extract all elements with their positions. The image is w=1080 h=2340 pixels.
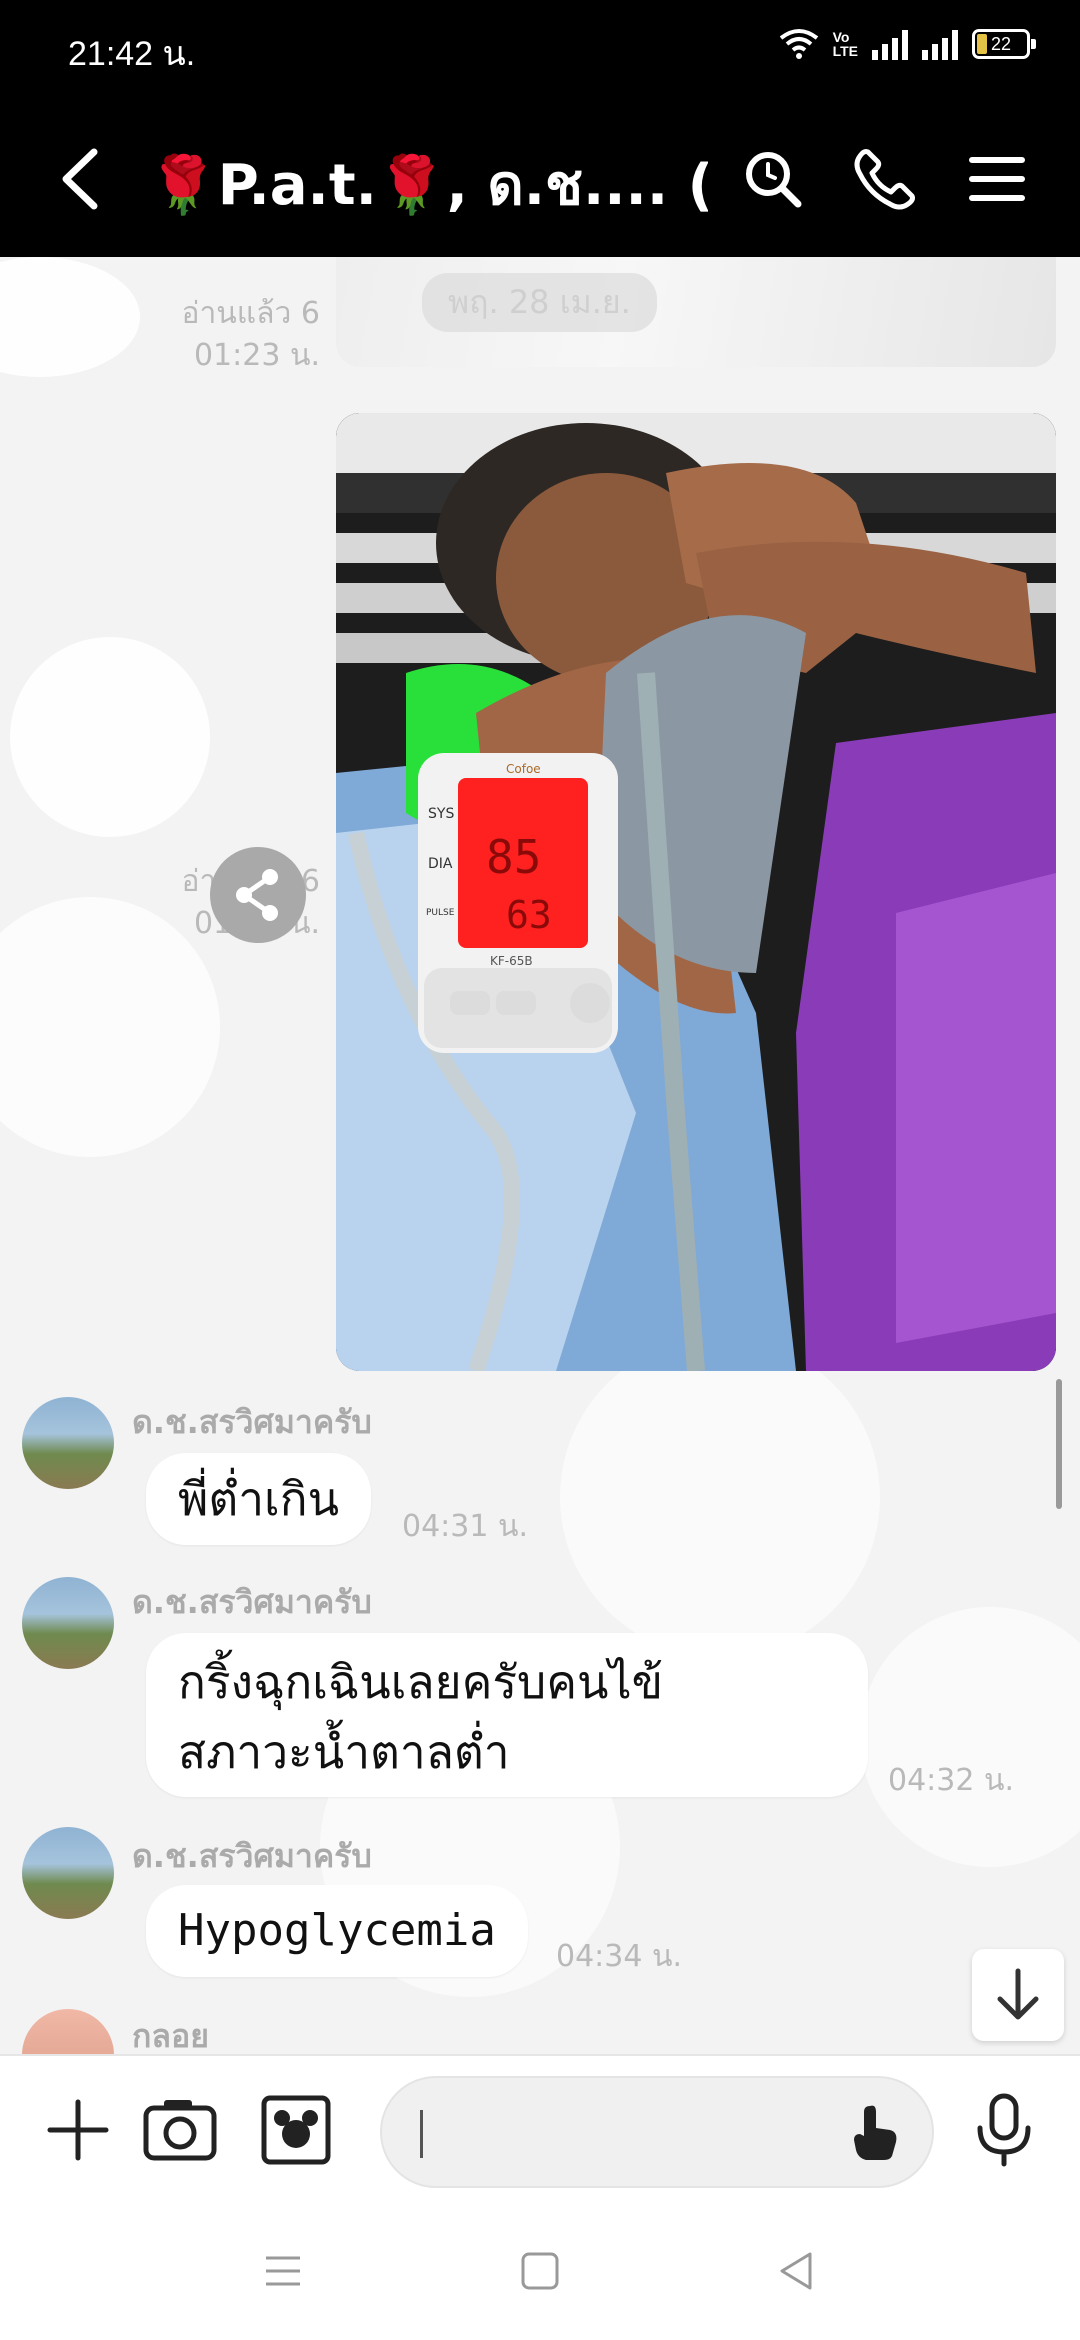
chat-title[interactable]: 🌹P.a.t.🌹, ด.ช.... (8) <box>148 140 708 229</box>
signal-1-icon <box>872 28 908 60</box>
text-caret <box>420 2110 423 2158</box>
read-receipt-1: อ่านแล้ว 6 01:23 น. <box>110 293 320 377</box>
wifi-icon <box>779 29 818 59</box>
message-line-1: กริ้งฉุกเฉินเลยครับคนไข้ <box>178 1655 664 1709</box>
signal-2-icon <box>922 28 958 60</box>
home-icon[interactable] <box>515 2246 565 2296</box>
message-bubble[interactable]: พี่ต่ำเกิน <box>146 1453 372 1545</box>
message-input[interactable] <box>380 2076 934 2188</box>
message-time: 04:32 น. <box>888 1763 1015 1798</box>
message-input-bar <box>0 2054 1080 2200</box>
system-nav-bar <box>0 2200 1080 2340</box>
read-status: อ่านแล้ว 6 <box>181 296 320 331</box>
search-icon[interactable] <box>740 146 806 212</box>
monitor-dia-value: 85 <box>486 830 541 884</box>
photo-message-1[interactable]: พฤ. 28 เม.ย. <box>336 257 1056 367</box>
scroll-to-bottom-button[interactable] <box>972 1949 1064 2041</box>
photo-date-overlay: พฤ. 28 เม.ย. <box>422 273 657 332</box>
monitor-pulse-label: PULSE <box>426 908 455 918</box>
message-time: 04:31 น. <box>402 1509 529 1544</box>
monitor-brand: Cofoe <box>506 762 541 776</box>
scrollbar-thumb[interactable] <box>1056 1379 1062 1509</box>
avatar[interactable] <box>22 1397 114 1489</box>
battery-level: 22 <box>990 34 1012 54</box>
share-icon <box>236 869 278 921</box>
message-bubble[interactable]: กริ้งฉุกเฉินเลยครับคนไข้ สภาวะน้ำตาลต่ำ <box>146 1633 868 1797</box>
message-bubble[interactable]: Hypoglycemia <box>146 1885 528 1977</box>
share-button[interactable] <box>210 847 306 943</box>
phone-icon[interactable] <box>852 146 918 212</box>
sender-name: กลอย <box>132 2017 209 2054</box>
camera-icon[interactable] <box>140 2090 220 2170</box>
avatar[interactable] <box>22 2009 114 2054</box>
photo-message-2[interactable]: Cofoe SYS DIA PULSE 85 63 KF-65B <box>336 413 1056 1371</box>
sender-name: ด.ช.สรวิศมาครับ <box>132 1583 372 1621</box>
photo-bp-scene: Cofoe SYS DIA PULSE 85 63 KF-65B <box>336 413 1056 1371</box>
avatar[interactable] <box>22 1827 114 1919</box>
volte-indicator: Vo LTE <box>832 29 858 59</box>
monitor-model: KF-65B <box>490 954 533 968</box>
background-shape <box>560 1337 880 1657</box>
background-shape <box>10 637 210 837</box>
monitor-dia-label: DIA <box>428 856 453 872</box>
chat-area[interactable]: พฤ. 28 เม.ย. อ่านแล้ว 6 01:23 น. Cofoe S… <box>0 257 1080 2054</box>
microphone-icon[interactable] <box>964 2090 1044 2170</box>
menu-icon[interactable] <box>964 146 1030 212</box>
gallery-icon[interactable] <box>256 2090 336 2170</box>
read-time: 01:23 น. <box>193 338 320 373</box>
emoji-hand-icon[interactable] <box>844 2100 908 2164</box>
back-arrow-icon[interactable] <box>52 144 112 214</box>
chat-header: 🌹P.a.t.🌹, ด.ช.... (8) <box>0 100 1080 257</box>
monitor-sys-label: SYS <box>428 806 454 822</box>
message-time: 04:34 น. <box>556 1939 683 1974</box>
status-bar: 21:42 น. Vo LTE 22 <box>0 0 1080 100</box>
recent-apps-icon[interactable] <box>258 2246 308 2296</box>
back-nav-icon[interactable] <box>772 2246 822 2296</box>
arrow-down-icon <box>997 1968 1039 2020</box>
background-shape <box>860 1607 1080 1867</box>
status-icons: Vo LTE 22 <box>779 28 1036 60</box>
plus-icon[interactable] <box>38 2090 118 2170</box>
message-line-2: สภาวะน้ำตาลต่ำ <box>178 1725 510 1779</box>
monitor-pulse-value: 63 <box>506 893 552 937</box>
sender-name: ด.ช.สรวิศมาครับ <box>132 1837 372 1875</box>
sender-name: ด.ช.สรวิศมาครับ <box>132 1403 372 1441</box>
status-time: 21:42 น. <box>68 35 196 73</box>
battery-icon: 22 <box>972 29 1036 59</box>
avatar[interactable] <box>22 1577 114 1669</box>
